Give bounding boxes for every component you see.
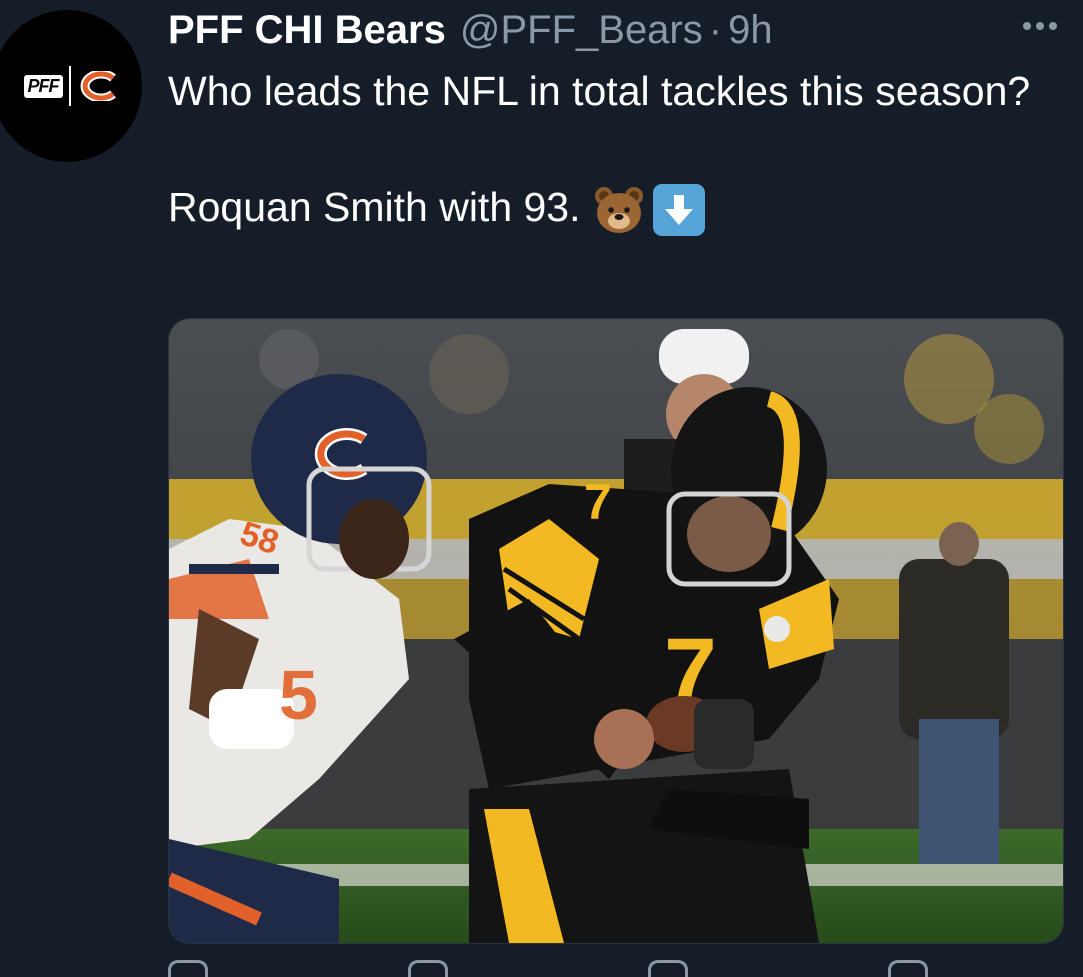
tweet-actions (168, 960, 928, 977)
svg-text:7: 7 (584, 474, 612, 530)
avatar-logo: PFF (23, 66, 121, 106)
tweet-text-line1: Who leads the NFL in total tackles this … (168, 68, 1031, 114)
tweet-header: PFF CHI Bears @PFF_Bears · 9h (168, 4, 773, 56)
share-icon[interactable] (888, 960, 928, 977)
reply-icon[interactable] (168, 960, 208, 977)
like-icon[interactable] (648, 960, 688, 977)
down-arrow-emoji-icon (652, 184, 705, 237)
pff-logo: PFF (23, 74, 63, 98)
retweet-icon[interactable] (408, 960, 448, 977)
tweet-photo[interactable]: 5 58 7 7 (168, 318, 1064, 944)
logo-divider (68, 66, 71, 106)
avatar[interactable]: PFF (0, 10, 142, 162)
bears-c-logo-icon (80, 71, 116, 101)
tweet-text-line2: Roquan Smith with 93. (168, 184, 581, 230)
svg-text:5: 5 (279, 656, 318, 734)
user-handle[interactable]: @PFF_Bears (460, 4, 703, 56)
tweet-text-line2-row: Roquan Smith with 93. (168, 178, 1048, 237)
timestamp[interactable]: 9h (728, 4, 773, 56)
display-name[interactable]: PFF CHI Bears (168, 4, 446, 56)
separator-dot: · (708, 8, 723, 52)
bear-face-emoji-icon (594, 187, 643, 234)
more-options-icon[interactable] (1023, 22, 1057, 30)
tweet-text: Who leads the NFL in total tackles this … (168, 62, 1048, 237)
